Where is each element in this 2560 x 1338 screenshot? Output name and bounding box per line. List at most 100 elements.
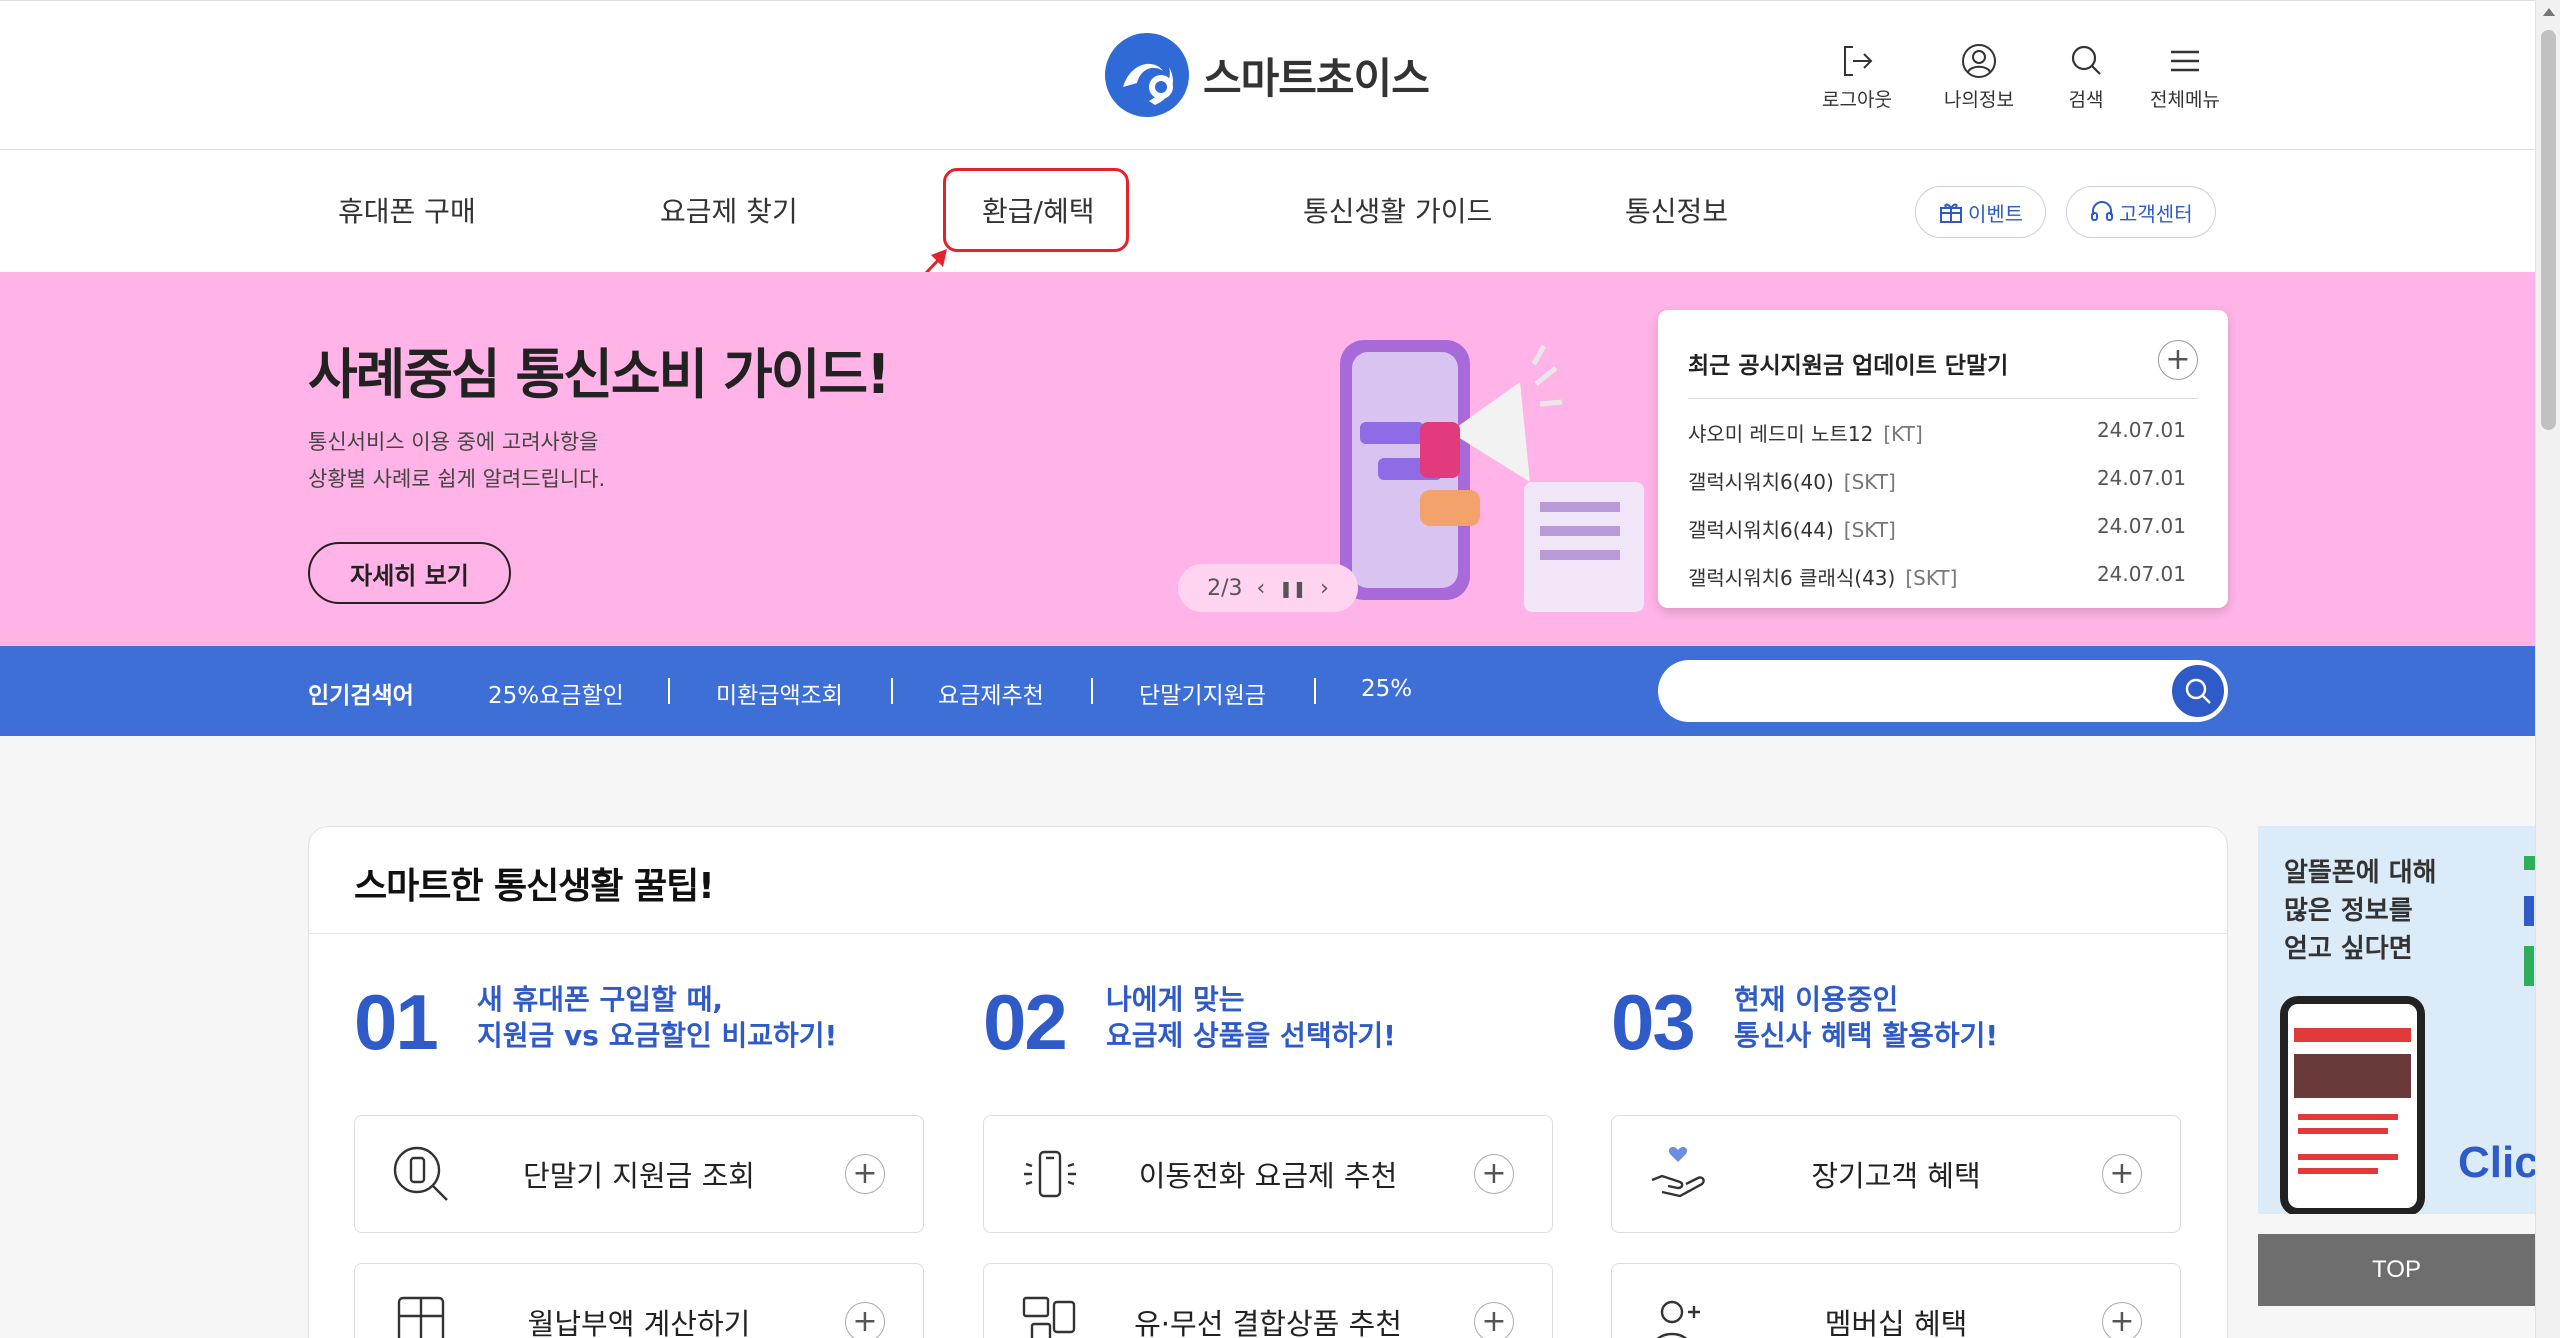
update-date: 24.07.01 [2096, 466, 2186, 490]
step-line2: 요금제 상품을 선택하기! [1106, 1019, 1396, 1052]
popular-search-bar: 인기검색어 25%요금할인 미환급액조회 요금제추천 단말기지원금 25% [0, 646, 2535, 736]
service-card-monthly-calculator[interactable]: 월납부액 계산하기 + [354, 1263, 924, 1338]
device-update-panel: 최근 공시지원금 업데이트 단말기 + 샤오미 레드미 노트12 [KT] 24.… [1658, 310, 2228, 608]
devices-icon [1022, 1296, 1076, 1338]
logout-button[interactable]: 로그아웃 [1822, 41, 1892, 112]
search-icon [2071, 45, 2101, 75]
phone-mockup [2280, 996, 2425, 1214]
keyword-link[interactable]: 단말기지원금 [1139, 676, 1266, 710]
popular-keywords-label: 인기검색어 [308, 683, 414, 709]
service-card-plan-recommend[interactable]: 이동전화 요금제 추천 + [983, 1115, 1553, 1233]
logout-icon [1843, 46, 1873, 76]
customer-center-button[interactable]: 고객센터 [2066, 186, 2216, 238]
step-line1: 현재 이용중인 [1734, 983, 1899, 1016]
plus-icon[interactable]: + [2102, 1154, 2142, 1194]
step-line2: 지원금 vs 요금할인 비교하기! [477, 1019, 838, 1052]
keyword-divider [1314, 678, 1316, 704]
search-button[interactable]: 검색 [2066, 41, 2106, 112]
page: 스마트초이스 로그아웃 나의정보 검색 전체메뉴 휴대폰 구매 요금제 찾기 환… [0, 0, 2560, 1338]
headset-icon [2091, 201, 2113, 221]
mvno-side-banner[interactable]: 알뜰폰에 대해 많은 정보를 얻고 싶다면 Click [2258, 826, 2535, 1214]
scroll-top-button[interactable]: TOP [2258, 1234, 2535, 1306]
nav-item-guide[interactable]: 통신생활 가이드 [1303, 190, 1492, 230]
side-banner-text: 알뜰폰에 대해 많은 정보를 얻고 싶다면 [2284, 854, 2437, 968]
device-update-row[interactable]: 갤럭시워치6(40) [SKT] 24.07.01 [1688, 466, 2186, 495]
keyword-link[interactable]: 25% [1361, 676, 1412, 702]
event-button[interactable]: 이벤트 [1915, 186, 2047, 238]
side-banner-logo-icon [2524, 856, 2535, 986]
nav-item-phone-purchase[interactable]: 휴대폰 구매 [338, 190, 476, 230]
plus-icon[interactable]: + [845, 1154, 885, 1194]
plus-icon[interactable]: + [1474, 1154, 1514, 1194]
side-banner-click-text: Click [2458, 1138, 2535, 1187]
carrier: [KT] [1883, 422, 1923, 446]
view-details-button[interactable]: 자세히 보기 [308, 542, 511, 604]
carrier: [SKT] [1843, 518, 1896, 542]
my-info-button[interactable]: 나의정보 [1944, 41, 2014, 112]
banner-desc-line2: 상황별 사례로 쉽게 알려드립니다. [308, 467, 606, 491]
device-update-row[interactable]: 갤럭시워치6 클래식(43) [SKT] 24.07.01 [1688, 562, 2186, 591]
nav-item-telecom-info[interactable]: 통신정보 [1625, 190, 1728, 230]
all-menu-label: 전체메뉴 [2150, 89, 2220, 111]
my-info-label: 나의정보 [1944, 89, 2014, 111]
step-description: 현재 이용중인 통신사 혜택 활용하기! [1734, 982, 1998, 1054]
step-number: 02 [983, 978, 1068, 1066]
plus-icon[interactable]: + [845, 1302, 885, 1338]
phone-screen [2288, 1004, 2417, 1208]
banner-title: 사례중심 통신소비 가이드! [308, 343, 891, 406]
device-update-more-button[interactable]: + [2158, 340, 2198, 380]
device-name: 갤럭시워치6(40) [1688, 470, 1834, 494]
device-name: 샤오미 레드미 노트12 [1688, 422, 1874, 446]
step-number: 01 [354, 978, 439, 1066]
logout-label: 로그아웃 [1822, 89, 1892, 111]
scroll-up-arrow-icon[interactable] [2543, 8, 2555, 16]
highlight-box [943, 168, 1129, 252]
keyword-divider [668, 678, 670, 704]
all-menu-button[interactable]: 전체메뉴 [2150, 41, 2220, 112]
step-number: 03 [1611, 978, 1696, 1066]
nav-item-plan-search[interactable]: 요금제 찾기 [660, 190, 798, 230]
service-card-bundle-recommend[interactable]: 유·무선 결합상품 추천 + [983, 1263, 1553, 1338]
keyword-link[interactable]: 요금제추천 [938, 676, 1044, 710]
scrollbar[interactable] [2535, 0, 2560, 1338]
megaphone-phone-illustration [1340, 340, 1644, 612]
step-line1: 새 휴대폰 구입할 때, [477, 983, 723, 1016]
slide-counter: 2/3 [1207, 575, 1243, 601]
divider [1688, 398, 2198, 399]
search-submit-button[interactable] [2170, 663, 2226, 719]
prev-slide-icon[interactable]: ‹ [1256, 576, 1265, 601]
divider [309, 933, 2227, 934]
update-date: 24.07.01 [2096, 562, 2186, 586]
carrier: [SKT] [1843, 470, 1896, 494]
user-icon [1961, 44, 1996, 78]
step-description: 새 휴대폰 구입할 때, 지원금 vs 요금할인 비교하기! [477, 982, 837, 1054]
keyword-divider [891, 678, 893, 704]
service-card-long-term-benefits[interactable]: 장기고객 혜택 + [1611, 1115, 2181, 1233]
device-name: 갤럭시워치6 클래식(43) [1688, 566, 1896, 590]
calculator-icon [397, 1296, 445, 1338]
next-slide-icon[interactable]: › [1320, 576, 1329, 601]
side-banner-line2: 많은 정보를 [2284, 896, 2413, 926]
device-name: 갤럭시워치6(44) [1688, 518, 1834, 542]
plus-icon[interactable]: + [2102, 1302, 2142, 1338]
banner-description: 통신서비스 이용 중에 고려사항을 상황별 사례로 쉽게 알려드립니다. [308, 424, 605, 498]
search-input[interactable] [1658, 660, 2228, 722]
keyword-divider [1091, 678, 1093, 704]
keyword-link[interactable]: 미환급액조회 [716, 676, 843, 710]
keyword-link[interactable]: 25%요금할인 [488, 676, 624, 710]
pause-icon[interactable]: ❚❚ [1279, 579, 1306, 598]
device-update-row[interactable]: 갤럭시워치6(44) [SKT] 24.07.01 [1688, 514, 2186, 543]
update-date: 24.07.01 [2096, 514, 2186, 538]
service-card-membership[interactable]: 멤버십 혜택 + [1611, 1263, 2181, 1338]
device-update-row[interactable]: 샤오미 레드미 노트12 [KT] 24.07.01 [1688, 418, 2186, 447]
menu-icon [2170, 50, 2199, 72]
scrollbar-thumb[interactable] [2541, 30, 2556, 430]
logo[interactable]: 스마트초이스 [1103, 31, 1430, 119]
plus-icon[interactable]: + [1474, 1302, 1514, 1338]
step-description: 나에게 맞는 요금제 상품을 선택하기! [1106, 982, 1396, 1054]
mobile-signal-icon [1024, 1150, 1076, 1198]
service-card-device-subsidy[interactable]: 단말기 지원금 조회 + [354, 1115, 924, 1233]
logo-text: 스마트초이스 [1203, 53, 1430, 103]
search-label: 검색 [2068, 89, 2104, 111]
step-line2: 통신사 혜택 활용하기! [1734, 1019, 1999, 1052]
